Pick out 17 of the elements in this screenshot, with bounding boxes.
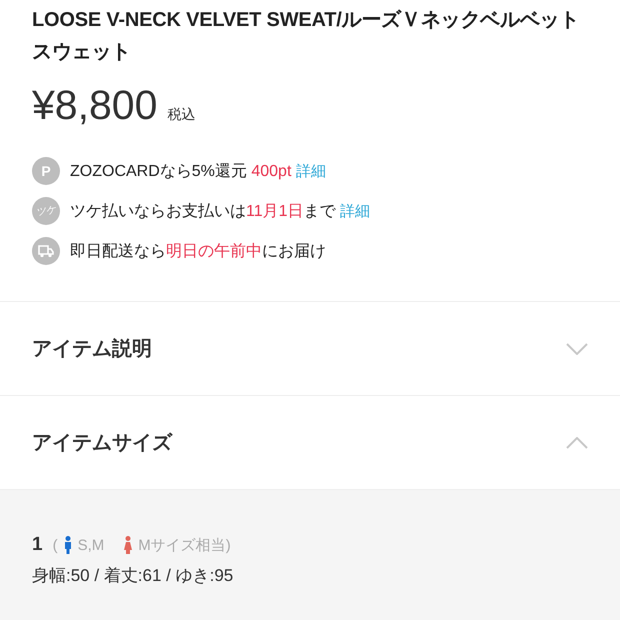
payment-icon: ツケ — [32, 197, 60, 225]
female-icon — [124, 536, 132, 554]
product-title: LOOSE V-NECK VELVET SWEAT/ルーズＶネックベルベットスウェット — [32, 8, 580, 65]
price: ¥8,800 — [32, 82, 158, 129]
womens-size: Mサイズ相当) — [138, 536, 231, 554]
benefit-text: 即日配送なら 明日の午前中 にお届け — [70, 242, 326, 262]
size-number: 1 — [32, 534, 43, 556]
tax-note: 税込 — [167, 106, 196, 124]
paren-text: ( — [52, 536, 58, 554]
mens-size: S,M — [78, 536, 104, 554]
benefit-text: ZOZOCARDなら5%還元 400pt 詳細 — [70, 162, 326, 182]
benefit-text: ツケ払いならお支払いは11月1日 まで 詳細 — [70, 202, 370, 222]
truck-icon — [32, 237, 60, 265]
size-measurements: 身幅:50 / 着丈:61 / ゆき:95 — [32, 565, 234, 587]
male-icon — [64, 536, 72, 554]
points-icon: P — [32, 157, 60, 185]
accordion-header[interactable]: アイテム説明 — [0, 302, 620, 396]
